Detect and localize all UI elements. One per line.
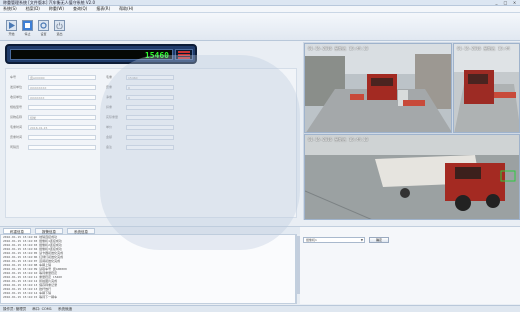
stop-icon [22, 20, 33, 31]
log-list: 2016-01-15 15:44:02 地磅连接成功 2016-01-15 15:… [0, 234, 296, 304]
camera-view-3[interactable]: 01-15-2016 星期五 15:44:13 [304, 134, 520, 220]
form-right-label: 实际重量 [106, 115, 119, 119]
form-left-label: 司磅员 [10, 145, 20, 149]
stop-button-label: 停止 [24, 32, 31, 36]
app-window: 称重管理系统 [文件版本] 汽车衡无人值守系统 V2.0 _ □ × 系统(S)… [0, 0, 520, 312]
weighing-form: 车号 冀A00000 发货单位 XXXXXXXX 收货单位 XXXXXXX 规格型号货物名称… [5, 68, 297, 218]
form-left-field[interactable] [28, 145, 96, 150]
status-state: 系统就绪 [58, 306, 73, 311]
tab-alarm-info[interactable]: 报警信息 [35, 227, 63, 234]
camera-3-timestamp: 01-15-2016 星期五 15:44:13 [308, 137, 369, 142]
close-icon[interactable]: × [511, 0, 518, 5]
menu-weigh[interactable]: 称重(W) [49, 6, 64, 12]
menu-help[interactable]: 帮助(H) [119, 6, 133, 12]
menu-system[interactable]: 系统(S) [3, 6, 17, 12]
weight-display-panel: 15460 [5, 44, 197, 64]
form-left-label: 发货单位 [10, 85, 23, 89]
camera-select-value: 摄像机1 [306, 238, 317, 242]
status-operator: 操作员: 管理员 [3, 306, 27, 311]
form-left-label: 收货单位 [10, 95, 23, 99]
confirm-button[interactable]: 确定 [369, 237, 389, 243]
form-left-label: 毛重时间 [10, 125, 23, 129]
form-left-label: 皮重时间 [10, 135, 23, 139]
form-left-label: 货物名称 [10, 115, 23, 119]
weight-value: 15460 [144, 51, 169, 60]
settings-button-label: 设置 [40, 32, 47, 36]
form-right-label: 毛重 [106, 75, 113, 79]
form-left-field[interactable]: 冀A00000 [28, 75, 96, 80]
camera-view-2[interactable]: 01-15-2016 星期五 15:44 [453, 43, 520, 133]
form-right-field[interactable]: 15460 [126, 75, 174, 80]
play-icon [6, 20, 17, 31]
form-right-label: 单价 [106, 125, 113, 129]
form-right-field[interactable] [126, 135, 174, 140]
menu-bar: 系统(S) 档案(D) 称重(W) 查询(Q) 报表(R) 帮助(H) [0, 6, 520, 13]
log-tabs: 称重信息 报警信息 系统信息 [0, 226, 300, 234]
tab-weighing-info[interactable]: 称重信息 [3, 227, 31, 234]
menu-query[interactable]: 查询(Q) [73, 6, 87, 12]
video-grid: 01-15-2016 星期五 15:44:13 01-15-2016 星期五 1… [303, 42, 520, 220]
camera-select[interactable]: 摄像机1 ▼ [303, 237, 365, 243]
form-right-label: 备注 [106, 145, 113, 149]
form-left-field[interactable]: XXXXXXXX [28, 85, 96, 90]
form-right-field[interactable]: 0 [126, 95, 174, 100]
stop-button[interactable]: 停止 [22, 20, 33, 37]
weight-indicator [175, 49, 193, 60]
settings-button[interactable]: 设置 [38, 20, 49, 37]
camera-view-1[interactable]: 01-15-2016 星期五 15:44:13 [304, 43, 452, 133]
camera-control-panel: 摄像机1 ▼ 确定 [300, 226, 520, 304]
form-left-label: 规格型号 [10, 105, 23, 109]
form-right-field[interactable]: 0 [126, 85, 174, 90]
form-right-field[interactable] [126, 145, 174, 150]
maximize-icon[interactable]: □ [502, 0, 509, 5]
form-left-field[interactable]: 煤炭 [28, 115, 96, 120]
form-right-field[interactable] [126, 115, 174, 120]
form-left-label: 车号 [10, 75, 17, 79]
form-right-field[interactable] [126, 105, 174, 110]
log-line: 2016-01-15 15:44:15 等待下一辆车 [3, 295, 58, 299]
power-icon [54, 20, 65, 31]
start-button-label: 开始 [8, 32, 15, 36]
status-bar: 操作员: 管理员 串口: COM1 系统就绪 [0, 305, 520, 312]
menu-archive[interactable]: 档案(D) [26, 6, 40, 12]
form-right-label: 扣重 [106, 105, 113, 109]
form-right-label: 皮重 [106, 85, 113, 89]
form-right-label: 金额 [106, 135, 113, 139]
form-left-field[interactable] [28, 135, 96, 140]
camera-1-timestamp: 01-15-2016 星期五 15:44:13 [308, 46, 369, 51]
toolbar: 开始 停止 设置 退出 [0, 13, 520, 41]
form-left-field[interactable] [28, 105, 96, 110]
form-right-label: 净重 [106, 95, 113, 99]
start-button[interactable]: 开始 [6, 20, 17, 37]
exit-button-label: 退出 [56, 32, 63, 36]
settings-icon [38, 20, 49, 31]
form-left-field[interactable]: 2016-01-15 [28, 125, 96, 130]
tab-system-info[interactable]: 系统信息 [67, 227, 95, 234]
chevron-down-icon: ▼ [360, 238, 363, 242]
exit-button[interactable]: 退出 [54, 20, 65, 37]
status-port: 串口: COM1 [32, 306, 53, 311]
camera-2-timestamp: 01-15-2016 星期五 15:44 [457, 46, 510, 51]
menu-report[interactable]: 报表(R) [96, 6, 110, 12]
weight-lcd: 15460 [10, 49, 173, 60]
form-left-field[interactable]: XXXXXXX [28, 95, 96, 100]
form-right-field[interactable] [126, 125, 174, 130]
minimize-icon[interactable]: _ [493, 0, 500, 5]
